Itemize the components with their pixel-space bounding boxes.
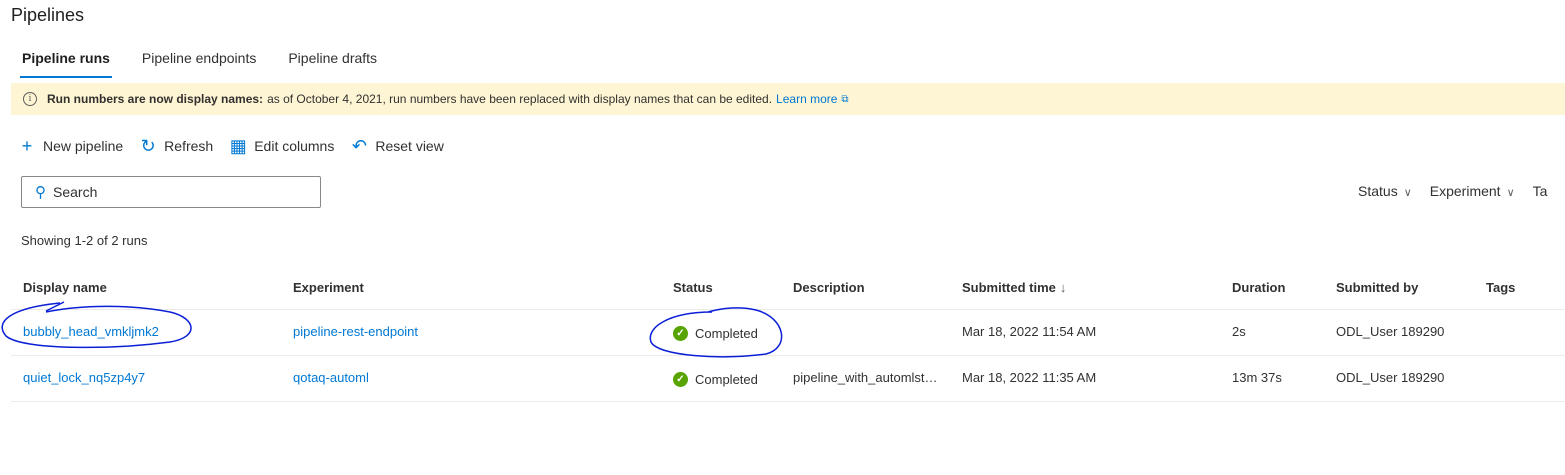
- edit-columns-button[interactable]: ▦ Edit columns: [229, 136, 335, 156]
- column-submitted-time[interactable]: Submitted time ↓: [962, 280, 1066, 295]
- check-circle-icon: ✓: [673, 326, 688, 341]
- reset-view-label: Reset view: [375, 138, 444, 154]
- search-input[interactable]: [53, 184, 293, 200]
- column-display-name[interactable]: Display name: [23, 280, 107, 295]
- status-label: Completed: [695, 372, 758, 387]
- tab-pipeline-runs[interactable]: Pipeline runs: [20, 46, 112, 80]
- runs-table: Display name Experiment Status Descripti…: [11, 268, 1565, 402]
- column-description[interactable]: Description: [793, 280, 865, 295]
- filter-status[interactable]: Status ∨: [1358, 183, 1412, 199]
- submitted-time-cell: Mar 18, 2022 11:54 AM: [962, 324, 1097, 339]
- column-tags[interactable]: Tags: [1486, 280, 1515, 295]
- column-duration[interactable]: Duration: [1232, 280, 1285, 295]
- submitted-time-cell: Mar 18, 2022 11:35 AM: [962, 370, 1097, 385]
- refresh-icon: ↻: [140, 136, 156, 156]
- column-submitted-time-label: Submitted time: [962, 280, 1056, 295]
- banner-text: as of October 4, 2021, run numbers have …: [267, 92, 773, 106]
- new-pipeline-label: New pipeline: [43, 138, 124, 154]
- search-box[interactable]: ⚲: [21, 176, 321, 208]
- submitted-by-cell: ODL_User 189290: [1336, 324, 1445, 339]
- edit-columns-label: Edit columns: [254, 138, 335, 154]
- toolbar: + New pipeline ↻ Refresh ▦ Edit columns …: [18, 135, 460, 157]
- info-banner: i Run numbers are now display names: as …: [11, 83, 1565, 115]
- tab-pipeline-endpoints[interactable]: Pipeline endpoints: [142, 46, 256, 80]
- column-experiment[interactable]: Experiment: [293, 280, 364, 295]
- chevron-down-icon: ∨: [1403, 187, 1412, 199]
- learn-more-link[interactable]: Learn more: [776, 92, 837, 106]
- experiment-link[interactable]: qotaq-automl: [293, 370, 369, 385]
- run-display-name-link[interactable]: quiet_lock_nq5zp4y7: [23, 370, 145, 385]
- banner-title: Run numbers are now display names:: [47, 92, 264, 106]
- filter-tags-label: Ta: [1532, 183, 1548, 199]
- run-display-name-link[interactable]: bubbly_head_vmkljmk2: [23, 324, 159, 339]
- status-label: Completed: [695, 326, 758, 341]
- column-status[interactable]: Status: [673, 280, 713, 295]
- external-link-icon: ⧉: [841, 93, 849, 105]
- filter-experiment[interactable]: Experiment ∨: [1430, 183, 1515, 199]
- undo-icon: ↶: [351, 136, 367, 156]
- plus-icon: +: [21, 136, 33, 156]
- tab-pipeline-drafts[interactable]: Pipeline drafts: [288, 46, 377, 80]
- experiment-link[interactable]: pipeline-rest-endpoint: [293, 324, 418, 339]
- filter-tags[interactable]: Ta: [1533, 183, 1548, 199]
- duration-cell: 13m 37s: [1232, 370, 1282, 385]
- tab-bar: Pipeline runs Pipeline endpoints Pipelin…: [11, 46, 409, 80]
- filter-bar: Status ∨ Experiment ∨ Ta: [1358, 183, 1565, 199]
- filter-experiment-label: Experiment: [1429, 183, 1501, 199]
- reset-view-button[interactable]: ↶ Reset view: [350, 136, 444, 156]
- table-row[interactable]: bubbly_head_vmkljmk2 pipeline-rest-endpo…: [11, 310, 1565, 356]
- search-icon: ⚲: [35, 184, 46, 201]
- duration-cell: 2s: [1232, 324, 1246, 339]
- check-circle-icon: ✓: [673, 372, 688, 387]
- status-cell: ✓ Completed: [673, 326, 758, 341]
- table-icon: ▦: [229, 136, 247, 156]
- info-icon: i: [23, 92, 37, 106]
- refresh-label: Refresh: [164, 138, 214, 154]
- status-cell: ✓ Completed: [673, 372, 758, 387]
- sort-descending-icon: ↓: [1059, 280, 1067, 295]
- submitted-by-cell: ODL_User 189290: [1336, 370, 1445, 385]
- refresh-button[interactable]: ↻ Refresh: [139, 136, 214, 156]
- results-count: Showing 1-2 of 2 runs: [21, 233, 148, 248]
- column-submitted-by[interactable]: Submitted by: [1336, 280, 1418, 295]
- chevron-down-icon: ∨: [1506, 187, 1515, 199]
- new-pipeline-button[interactable]: + New pipeline: [18, 137, 123, 155]
- table-row[interactable]: quiet_lock_nq5zp4y7 qotaq-automl ✓ Compl…: [11, 356, 1565, 402]
- description-cell: pipeline_with_automlst…: [793, 370, 938, 385]
- table-header: Display name Experiment Status Descripti…: [11, 268, 1565, 310]
- page-title: Pipelines: [11, 5, 85, 25]
- filter-status-label: Status: [1358, 183, 1398, 199]
